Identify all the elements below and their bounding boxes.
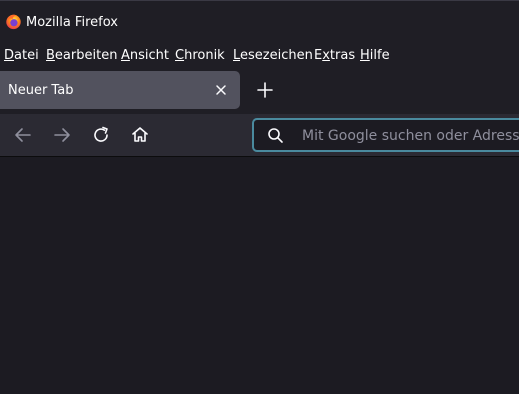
- tab-neuer-tab[interactable]: Neuer Tab: [0, 71, 240, 109]
- menu-bar: Datei Bearbeiten Ansicht Chronik Lesezei…: [0, 44, 519, 68]
- arrow-left-icon[interactable]: [12, 124, 34, 146]
- menu-ansicht[interactable]: Ansicht: [121, 47, 169, 64]
- close-icon[interactable]: [213, 82, 229, 98]
- reload-icon[interactable]: [90, 124, 112, 146]
- menu-hilfe[interactable]: Hilfe: [360, 47, 390, 64]
- tab-label: Neuer Tab: [8, 83, 74, 98]
- search-icon: [268, 128, 283, 143]
- home-icon[interactable]: [129, 124, 151, 146]
- arrow-right-icon[interactable]: [51, 124, 73, 146]
- menu-datei[interactable]: Datei: [4, 47, 39, 64]
- tab-strip: Neuer Tab: [0, 68, 519, 114]
- menu-chronik[interactable]: Chronik: [175, 47, 225, 64]
- navigation-toolbar: [0, 114, 519, 157]
- firefox-logo-icon: [6, 14, 21, 30]
- menu-lesezeichen[interactable]: Lesezeichen: [233, 47, 313, 64]
- title-bar: Mozilla Firefox: [0, 0, 519, 44]
- window-title: Mozilla Firefox: [26, 15, 118, 30]
- url-input[interactable]: [302, 126, 519, 146]
- page-content: [0, 157, 519, 394]
- menu-extras[interactable]: Extras: [314, 47, 355, 64]
- new-tab-button[interactable]: [254, 79, 276, 101]
- menu-bearbeiten[interactable]: Bearbeiten: [46, 47, 117, 64]
- url-bar[interactable]: [252, 118, 519, 152]
